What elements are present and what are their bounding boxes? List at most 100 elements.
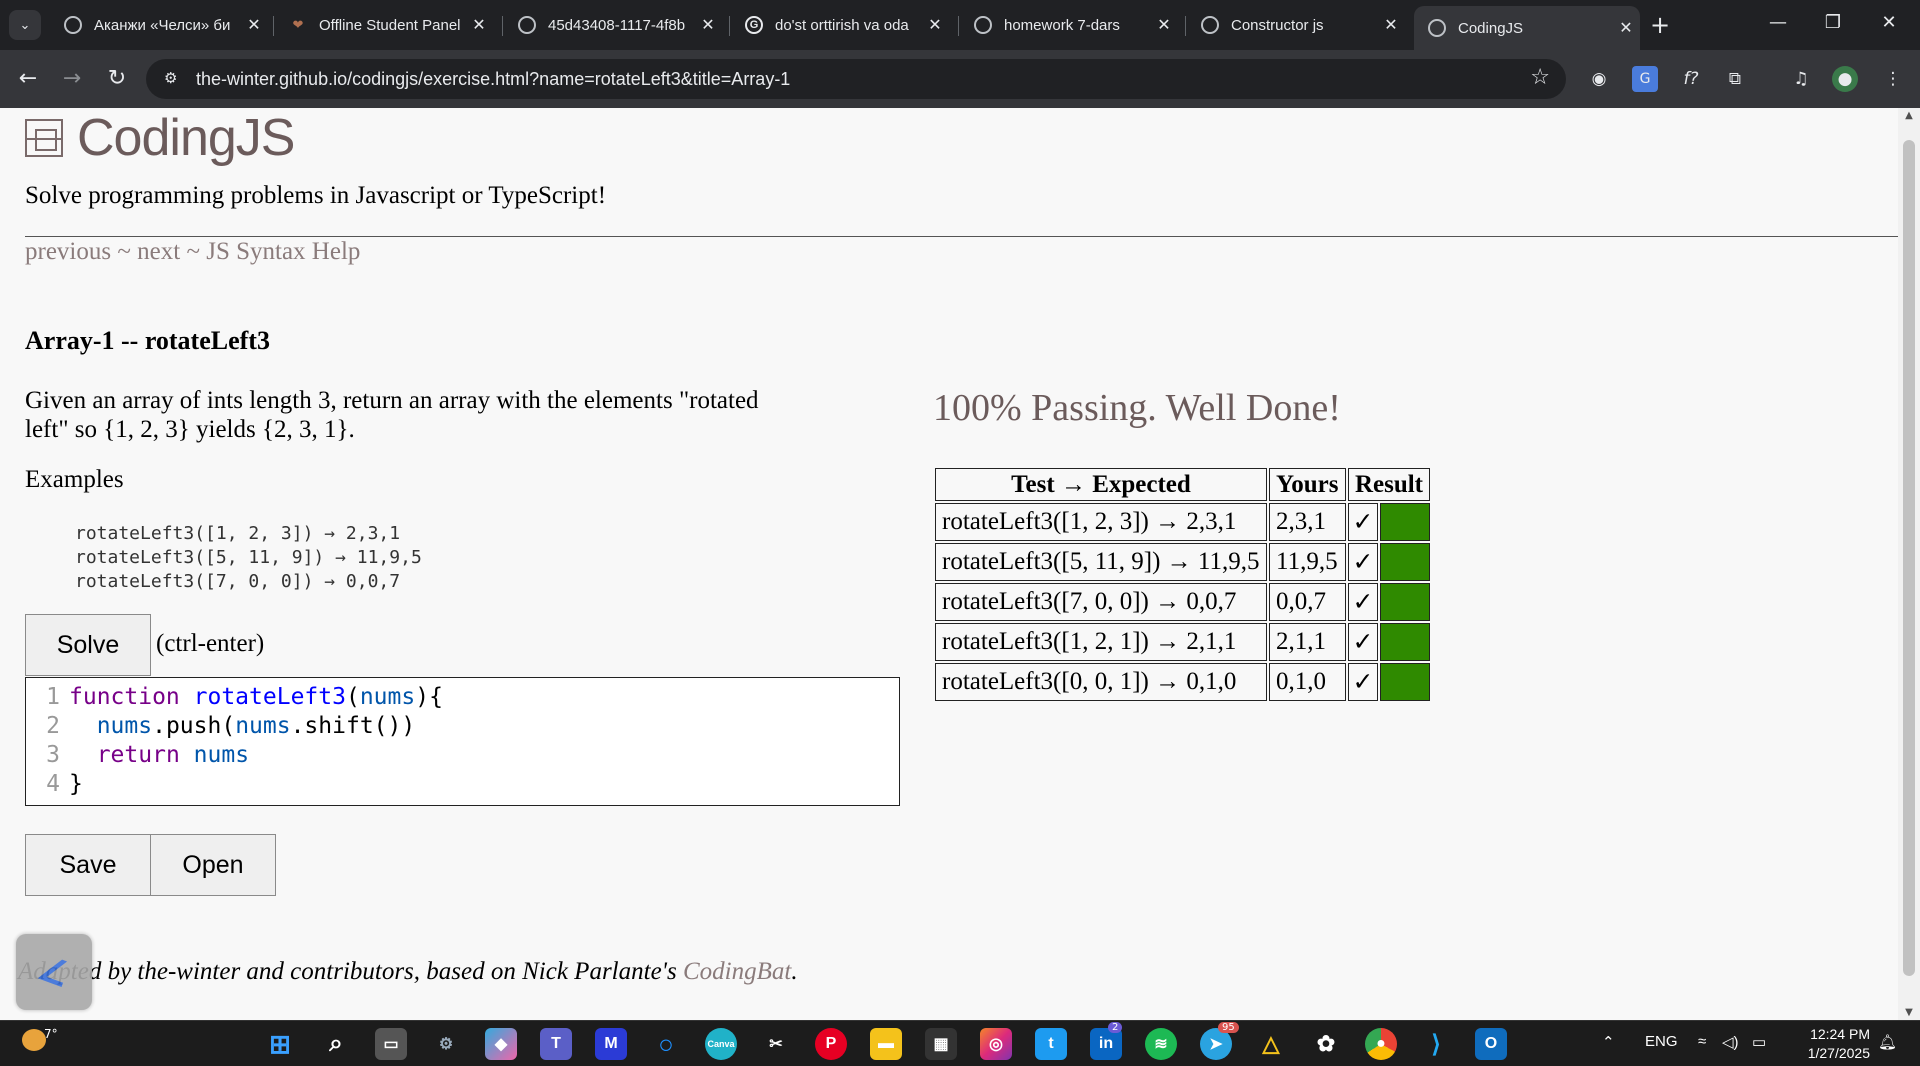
chevron-up-icon[interactable]: ⌃	[1602, 1033, 1615, 1051]
scrollbar-thumb[interactable]	[1903, 140, 1915, 976]
url-text[interactable]: the-winter.github.io/codingjs/exercise.h…	[196, 69, 790, 90]
file-explorer-icon[interactable]: ▬	[870, 1028, 902, 1060]
feather-icon: ∠	[33, 949, 75, 996]
vscode-icon[interactable]: ⟩	[1420, 1028, 1452, 1060]
warning-app-icon[interactable]: △	[1255, 1028, 1287, 1060]
browser-tab[interactable]: homework 7-dars ✕	[960, 6, 1178, 44]
teams-icon[interactable]: T	[540, 1028, 572, 1060]
browser-tab[interactable]: Constructor js ✕	[1187, 6, 1405, 44]
page-scrollbar[interactable]: ▲ ▼	[1898, 108, 1920, 1020]
browser-tab[interactable]: 45d43408-1117-4f8b ✕	[504, 6, 722, 44]
floating-extension-button[interactable]: ∠	[16, 934, 92, 1010]
media-control-icon[interactable]: ♫	[1788, 66, 1814, 92]
checkmark-icon: ✓	[1347, 623, 1379, 661]
more-menu-icon[interactable]: ⋮	[1880, 66, 1906, 92]
scroll-down-arrow[interactable]: ▼	[1898, 1007, 1920, 1018]
canva-icon[interactable]: Canva	[705, 1028, 737, 1060]
scroll-up-arrow[interactable]: ▲	[1898, 110, 1920, 121]
globe-icon	[518, 16, 536, 34]
close-icon[interactable]: ✕	[921, 15, 949, 35]
formula-extension-icon[interactable]: f?	[1678, 66, 1704, 92]
google-translate-icon[interactable]: G	[1632, 66, 1658, 92]
minimize-button[interactable]: —	[1755, 12, 1801, 33]
checkmark-icon: ✓	[1347, 503, 1379, 541]
close-icon[interactable]: ✕	[465, 15, 493, 35]
site-settings-icon[interactable]: ⚙	[164, 69, 177, 87]
yours-cell: 2,1,1	[1269, 623, 1346, 661]
extension-colorful-icon[interactable]: ◉	[1586, 66, 1612, 92]
header-yours: Yours	[1269, 468, 1346, 501]
pinterest-icon[interactable]: P	[815, 1028, 847, 1060]
code-editor[interactable]: 1 function rotateLeft3(nums){ 2 nums.push…	[25, 677, 900, 806]
volume-icon[interactable]: ◁)	[1722, 1033, 1739, 1051]
wifi-icon[interactable]: ≈	[1698, 1033, 1706, 1050]
next-link[interactable]: next	[137, 238, 180, 265]
open-button[interactable]: Open	[150, 834, 276, 896]
reload-button[interactable]: ↻	[101, 64, 133, 94]
search-icon[interactable]: ⌕	[320, 1028, 352, 1060]
chatgpt-icon[interactable]: ✿	[1310, 1028, 1342, 1060]
bookmark-star-icon[interactable]: ☆	[1530, 65, 1550, 90]
weather-widget[interactable]: 7°	[22, 1027, 58, 1054]
forward-button[interactable]: →	[56, 64, 88, 94]
tab-search-button[interactable]: ⌄	[9, 10, 41, 40]
telegram-badge: 95	[1218, 1022, 1239, 1033]
close-window-button[interactable]: ✕	[1866, 12, 1912, 33]
previous-link[interactable]: previous	[25, 238, 111, 265]
close-icon[interactable]: ✕	[1377, 15, 1405, 35]
yours-cell: 11,9,5	[1269, 543, 1346, 581]
close-icon[interactable]: ✕	[240, 15, 268, 35]
close-icon[interactable]: ✕	[694, 15, 722, 35]
codingjs-logo-icon	[25, 119, 63, 157]
microsoft-store-icon[interactable]: ▦	[925, 1028, 957, 1060]
start-button[interactable]: ⊞	[264, 1028, 296, 1060]
tab-title: Аканжи «Челси» би	[94, 16, 231, 34]
table-row: rotateLeft3([1, 2, 3]) → 2,3,1 2,3,1 ✓	[935, 503, 1431, 541]
tab-strip: ⌄ Аканжи «Челси» би ✕ ❤ Offline Student …	[0, 0, 1920, 50]
close-icon[interactable]: ✕	[1612, 18, 1640, 38]
notification-bell-icon[interactable]: 🔔︎	[1878, 1033, 1897, 1051]
pass-indicator	[1380, 663, 1431, 701]
weather-icon	[22, 1029, 46, 1051]
app-icon[interactable]: M	[595, 1028, 627, 1060]
pass-indicator	[1380, 543, 1431, 581]
syntax-help-link[interactable]: JS Syntax Help	[206, 238, 360, 265]
capcut-icon[interactable]: ✂	[760, 1028, 792, 1060]
new-tab-button[interactable]: +	[1650, 12, 1670, 38]
back-button[interactable]: ←	[12, 64, 44, 94]
site-logo-text[interactable]: CodingJS	[77, 108, 295, 168]
spotify-icon[interactable]: ≋	[1145, 1028, 1177, 1060]
page-content: CodingJS Solve programming problems in J…	[0, 108, 1898, 1020]
chrome-icon[interactable]: ●	[1365, 1028, 1397, 1060]
windows-taskbar: 7° ⊞ ⌕ ▭ ⚙ ◆ T M ○ Canva ✂ P ▬ ▦ ◎ t in …	[0, 1020, 1920, 1066]
restore-button[interactable]: ❐	[1810, 12, 1856, 33]
extensions-puzzle-icon[interactable]: ⧉	[1722, 66, 1748, 92]
browser-tab[interactable]: G do'st orttirish va oda ✕	[731, 6, 949, 44]
browser-tab[interactable]: Аканжи «Челси» би ✕	[50, 6, 268, 44]
system-clock[interactable]: 12:24 PM 1/27/2025	[1790, 1025, 1870, 1063]
outlook-icon[interactable]: O	[1475, 1028, 1507, 1060]
header-result: Result	[1347, 468, 1431, 501]
settings-gear-icon[interactable]: ⚙	[430, 1028, 462, 1060]
instagram-icon[interactable]: ◎	[980, 1028, 1012, 1060]
battery-icon[interactable]: ▭	[1752, 1033, 1766, 1051]
cortana-icon[interactable]: ○	[650, 1028, 682, 1060]
problem-description: Given an array of ints length 3, return …	[25, 387, 759, 443]
tab-title: Constructor js	[1231, 16, 1324, 34]
close-icon[interactable]: ✕	[1150, 15, 1178, 35]
browser-tab-active[interactable]: CodingJS ✕	[1414, 6, 1640, 50]
language-indicator[interactable]: ENG	[1645, 1033, 1678, 1050]
profile-avatar[interactable]: ●	[1832, 66, 1858, 92]
codingbat-link[interactable]: CodingBat	[683, 958, 791, 985]
checkmark-icon: ✓	[1347, 543, 1379, 581]
solve-shortcut-hint: (ctrl-enter)	[156, 630, 265, 657]
save-button[interactable]: Save	[25, 834, 151, 896]
task-view-icon[interactable]: ▭	[375, 1028, 407, 1060]
checkmark-icon: ✓	[1347, 663, 1379, 701]
solve-button[interactable]: Solve	[25, 614, 151, 676]
copilot-icon[interactable]: ◆	[485, 1028, 517, 1060]
twitter-icon[interactable]: t	[1035, 1028, 1067, 1060]
browser-tab[interactable]: ❤ Offline Student Panel ✕	[275, 6, 493, 44]
address-bar[interactable]: ⚙ the-winter.github.io/codingjs/exercise…	[146, 59, 1566, 99]
globe-icon	[974, 16, 992, 34]
